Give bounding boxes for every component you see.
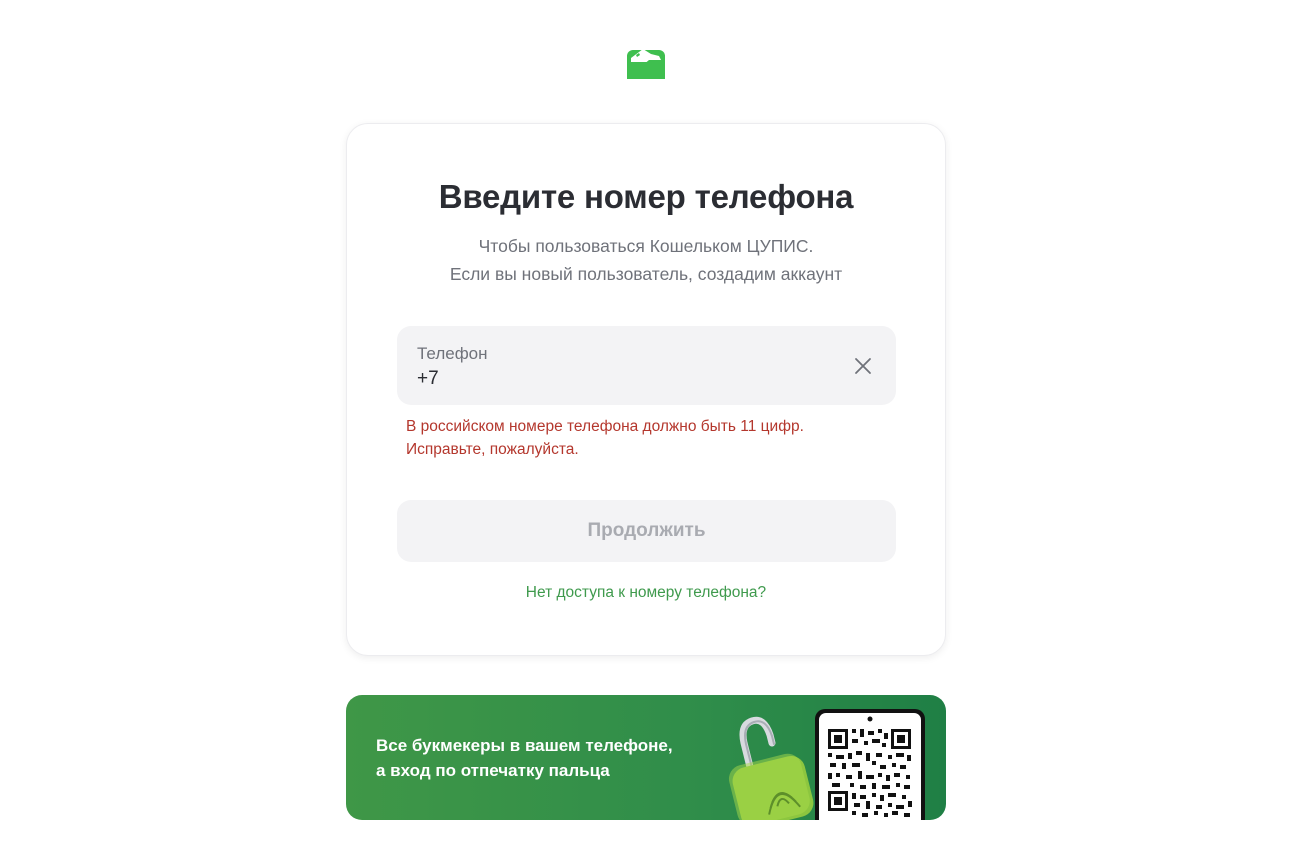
phone-input[interactable] bbox=[417, 366, 817, 392]
no-phone-access-link[interactable]: Нет доступа к номеру телефона? bbox=[347, 584, 945, 602]
login-card: Введите номер телефона Чтобы пользоватьс… bbox=[346, 123, 946, 656]
error-line-2: Исправьте, пожалуйста. bbox=[406, 441, 579, 458]
continue-button[interactable]: Продолжить bbox=[397, 500, 896, 562]
promo-banner[interactable]: Все букмекеры в вашем телефоне, а вход п… bbox=[346, 695, 946, 820]
padlock-fingerprint-icon bbox=[728, 716, 814, 820]
banner-line-1: Все букмекеры в вашем телефоне, bbox=[376, 736, 673, 755]
phone-field-label: Телефон bbox=[417, 344, 488, 363]
wallet-logo-icon bbox=[627, 49, 665, 79]
page-subtitle: Чтобы пользоваться Кошельком ЦУПИС. Если… bbox=[347, 232, 945, 288]
banner-text: Все букмекеры в вашем телефоне, а вход п… bbox=[376, 733, 673, 783]
page-title: Введите номер телефона bbox=[438, 178, 854, 215]
close-icon[interactable] bbox=[853, 356, 873, 376]
phone-field[interactable]: Телефон bbox=[397, 326, 896, 405]
subtitle-line-2: Если вы новый пользователь, создадим акк… bbox=[449, 264, 843, 284]
banner-line-2: а вход по отпечатку пальца bbox=[376, 761, 610, 780]
phone-qr-code-icon bbox=[815, 709, 925, 820]
error-line-1: В российском номере телефона должно быть… bbox=[406, 418, 804, 435]
subtitle-line-1: Чтобы пользоваться Кошельком ЦУПИС. bbox=[478, 236, 814, 256]
phone-error-message: В российском номере телефона должно быть… bbox=[406, 415, 804, 461]
banner-illustration bbox=[728, 709, 925, 820]
